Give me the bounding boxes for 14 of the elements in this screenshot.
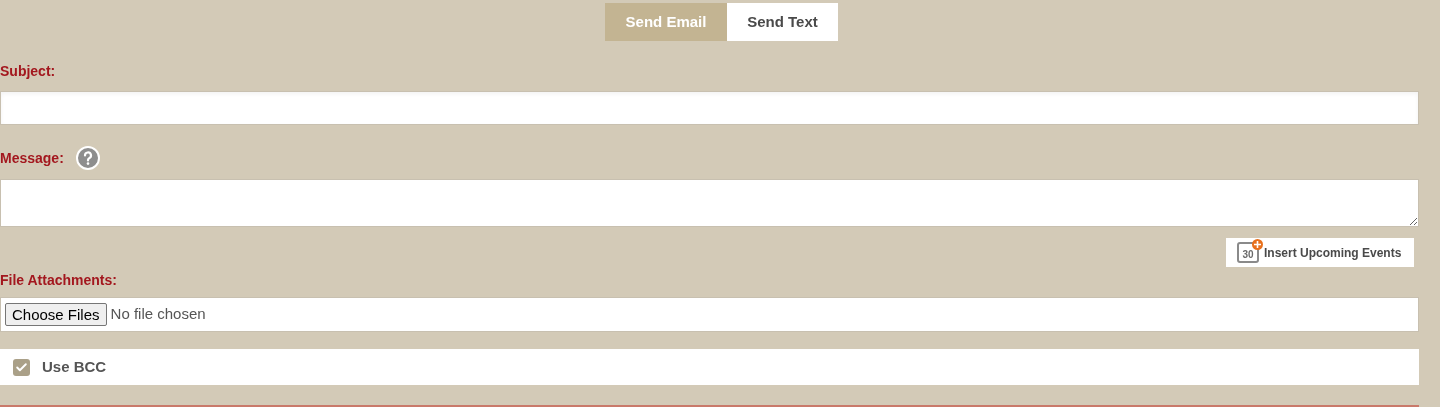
insert-events-button[interactable]: 30 Insert Upcoming Events <box>1226 238 1414 267</box>
field-label: Subject: <box>0 62 57 80</box>
file-field[interactable]: Choose Files No file chosen <box>0 297 1419 332</box>
field-label: Message: <box>0 149 64 167</box>
choose-files-button[interactable]: Choose Files <box>5 303 107 326</box>
subject-field[interactable] <box>0 91 1419 125</box>
help-icon[interactable] <box>75 146 100 170</box>
message-field[interactable] <box>0 179 1419 227</box>
check-icon <box>15 360 28 374</box>
field-label: File Attachments: <box>0 271 118 289</box>
bcc-label: Use BCC <box>42 356 107 377</box>
file-status: No file chosen <box>110 304 206 325</box>
tab[interactable]: Send Text <box>727 3 838 41</box>
bcc-checkbox[interactable] <box>13 358 30 376</box>
